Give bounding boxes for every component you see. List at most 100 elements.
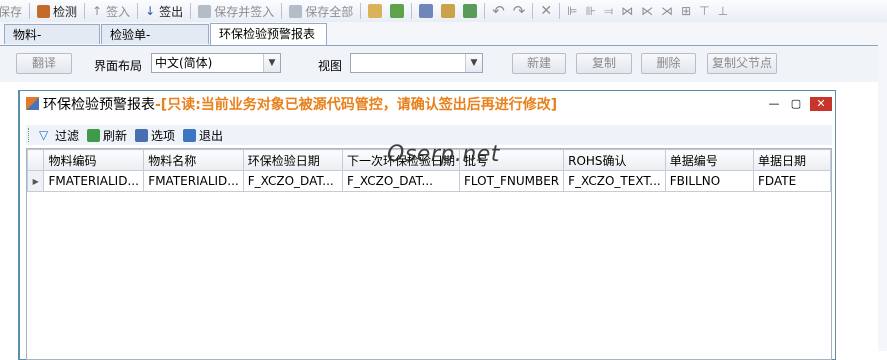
arrow-down-icon: ↓	[145, 4, 156, 18]
align-left-icon[interactable]: ⊫	[563, 1, 581, 21]
report-window: 环保检验预警报表-[只读:当前业务对象已被源代码管控，请确认签出后再进行修改] …	[18, 90, 836, 360]
form-edit-icon[interactable]	[390, 4, 405, 18]
refresh-button[interactable]: 刷新	[83, 127, 131, 144]
toolbar-grip	[28, 128, 31, 142]
table-cell[interactable]: FLOT_FNUMBER	[459, 170, 565, 192]
window-title-text: 环保检验预警报表	[43, 97, 155, 113]
table-cell[interactable]: FBILLNO	[664, 170, 755, 192]
filter-label: 过滤	[55, 128, 80, 143]
exit-icon	[183, 128, 197, 142]
report-icon	[26, 97, 39, 110]
toolbar-divider	[29, 3, 31, 19]
row-selector-arrow-icon[interactable]: ▶	[26, 170, 45, 192]
refresh-icon	[87, 128, 101, 142]
table-row[interactable]: ▶ FMATERIALID... FMATERIALID... F_XCZO_D…	[26, 170, 831, 192]
chevron-down-icon: ▼	[465, 54, 482, 72]
options-label: 选项	[151, 128, 176, 143]
column-header[interactable]: 环保检验日期	[242, 149, 344, 171]
form-icon[interactable]	[368, 4, 383, 18]
readonly-notice: -[只读:当前业务对象已被源代码管控，请确认签出后再进行修改]	[155, 97, 558, 113]
layout-select-value: 中文(简体)	[155, 56, 213, 70]
export-icon[interactable]	[463, 4, 478, 18]
same-size-icon[interactable]: ⋊	[657, 1, 677, 21]
distribute-h-icon[interactable]: ⋈	[617, 1, 637, 21]
align-bottom-icon[interactable]: ⊥	[714, 1, 732, 21]
distribute-v-icon[interactable]: ⋉	[637, 1, 657, 21]
close-icon[interactable]: ✕	[810, 97, 832, 111]
sign-in-button[interactable]: ↑ 签入	[88, 1, 134, 21]
view-label: 视图	[318, 59, 343, 73]
main-toolbar: 保存 检测 ↑ 签入 ↓ 签出 保存并签入 保存全部 ↶ ↷ ✕ ⊫ ⊪ ⫤ ⋈…	[0, 0, 887, 23]
toolbar-divider	[559, 3, 561, 19]
align-center-icon[interactable]: ⊪	[582, 1, 600, 21]
redo-icon[interactable]: ↷	[509, 1, 530, 21]
check-icon	[37, 4, 51, 18]
column-header[interactable]: 物料名称	[143, 149, 244, 171]
tools-icon[interactable]	[441, 4, 456, 18]
filter-bar: 翻译 界面布局 中文(简体) ▼ 视图 ▼ 新建 复制 删除 复制父节点	[0, 46, 887, 82]
report-grid: 物料编码 物料名称 环保检验日期 下一次环保检验日期 批号 ROHS确认 单据编…	[26, 148, 832, 360]
save-button[interactable]: 保存	[0, 1, 26, 21]
save-label: 保存	[0, 4, 23, 19]
toolbar-divider	[84, 3, 86, 19]
filter-button[interactable]: ▽ 过滤	[35, 127, 83, 144]
disks-icon	[289, 4, 303, 18]
undo-icon[interactable]: ↶	[488, 1, 509, 21]
toolbar-divider	[137, 3, 139, 19]
row-selector-header	[26, 149, 45, 171]
column-header[interactable]: 物料编码	[43, 149, 145, 171]
sign-out-label: 签出	[159, 4, 184, 19]
table-cell[interactable]: FMATERIALID...	[143, 170, 244, 192]
grid-icon[interactable]	[419, 4, 434, 18]
toolbar-divider	[281, 3, 283, 19]
table-cell[interactable]: F_XCZO_DAT...	[341, 170, 461, 192]
maximize-icon[interactable]: ▢	[788, 97, 804, 111]
exit-label: 退出	[199, 128, 224, 143]
spacing-icon[interactable]: ⊞	[677, 1, 695, 21]
delete-x-icon[interactable]: ✕	[536, 1, 556, 21]
delete-button[interactable]: 删除	[641, 53, 696, 74]
tab-eco-warning-report[interactable]: 环保检验预警报表	[210, 23, 327, 45]
toolbar-divider	[190, 3, 192, 19]
tab-material[interactable]: 物料-_Default	[4, 24, 100, 62]
new-button[interactable]: 新建	[512, 53, 566, 74]
toolbar-divider	[532, 3, 534, 19]
align-top-icon[interactable]: ⊤	[695, 1, 713, 21]
column-header[interactable]: 单据编号	[664, 149, 755, 171]
table-cell[interactable]: FDATE	[753, 170, 831, 192]
save-all-button[interactable]: 保存全部	[285, 1, 357, 21]
exit-button[interactable]: 退出	[179, 127, 227, 144]
copy-parent-node-button[interactable]: 复制父节点	[707, 53, 777, 74]
toolbar-divider	[360, 3, 362, 19]
column-header[interactable]: 单据日期	[753, 149, 831, 171]
view-select[interactable]: ▼	[350, 53, 483, 73]
toolbar-divider	[484, 3, 486, 19]
translate-button[interactable]: 翻译	[16, 53, 72, 74]
copy-button[interactable]: 复制	[576, 53, 632, 74]
right-panel-edge	[878, 22, 887, 351]
options-icon	[135, 128, 149, 142]
disk-icon	[198, 4, 212, 18]
minimize-icon[interactable]: —	[766, 97, 782, 111]
options-button[interactable]: 选项	[131, 127, 179, 144]
table-cell[interactable]: F_XCZO_TEXT...	[563, 170, 666, 192]
align-right-icon[interactable]: ⫤	[600, 1, 617, 21]
document-tab-bar: 物料-_Default 检验单-_Default 环保检验预警报表	[0, 22, 887, 62]
table-cell[interactable]: FMATERIALID...	[43, 170, 145, 192]
sign-in-label: 签入	[106, 4, 131, 19]
save-sign-in-label: 保存并签入	[214, 4, 275, 19]
funnel-icon: ▽	[39, 127, 49, 142]
save-all-label: 保存全部	[305, 4, 354, 19]
check-label: 检测	[53, 4, 78, 19]
column-header[interactable]: ROHS确认	[563, 149, 666, 171]
refresh-label: 刷新	[103, 128, 128, 143]
layout-select[interactable]: 中文(简体) ▼	[151, 53, 281, 73]
check-button[interactable]: 检测	[33, 1, 81, 21]
toolbar-divider	[411, 3, 413, 19]
sign-out-button[interactable]: ↓ 签出	[141, 1, 187, 21]
save-sign-in-button[interactable]: 保存并签入	[194, 1, 278, 21]
table-cell[interactable]: F_XCZO_DAT...	[242, 170, 344, 192]
tab-inspection-order[interactable]: 检验单-_Default	[101, 24, 209, 62]
layout-label: 界面布局	[94, 59, 143, 73]
window-title: 环保检验预警报表-[只读:当前业务对象已被源代码管控，请确认签出后再进行修改]	[26, 95, 557, 115]
